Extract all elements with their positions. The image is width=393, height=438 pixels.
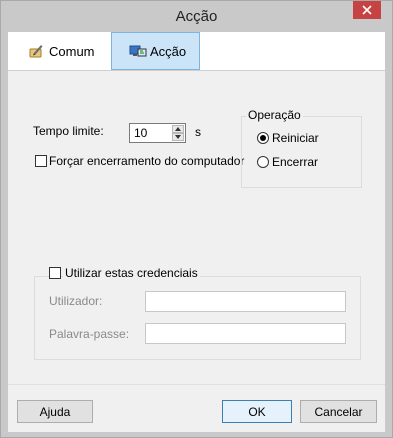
monitor-action-icon <box>129 43 147 59</box>
user-field[interactable] <box>145 291 346 312</box>
spinner-up-button[interactable] <box>172 125 184 133</box>
cancel-button[interactable]: Cancelar <box>300 400 377 423</box>
radio-encerrar-label: Encerrar <box>272 155 319 169</box>
timeout-unit: s <box>195 125 201 139</box>
action-panel: Tempo limite: 10 s Forçar encerramento d… <box>8 71 385 384</box>
password-label: Palavra-passe: <box>49 327 130 341</box>
timeout-spinner[interactable]: 10 <box>129 123 186 143</box>
operation-legend: Operação <box>246 108 303 122</box>
window-title: Acção <box>175 8 218 25</box>
arrow-down-icon <box>175 135 181 139</box>
user-label: Utilizador: <box>49 294 103 308</box>
title-bar[interactable]: Acção <box>1 1 392 32</box>
close-icon <box>362 5 372 15</box>
cancel-button-label: Cancelar <box>314 404 363 419</box>
operation-group <box>241 116 362 188</box>
password-field[interactable] <box>145 323 346 344</box>
radio-selected-dot <box>260 135 266 141</box>
dialog-client: Comum Acção Tempo limite: 10 s Forçar en… <box>8 32 385 432</box>
arrow-up-icon <box>175 127 181 131</box>
ok-button-label: OK <box>248 404 266 419</box>
use-credentials-label: Utilizar estas credenciais <box>63 266 200 280</box>
use-credentials-checkbox[interactable] <box>49 267 61 279</box>
tab-comum[interactable]: Comum <box>8 32 111 70</box>
radio-encerrar[interactable] <box>257 156 269 168</box>
spinner-arrows <box>172 125 184 141</box>
ok-button[interactable]: OK <box>222 400 292 423</box>
help-button[interactable]: Ajuda <box>17 400 93 423</box>
timeout-value[interactable]: 10 <box>134 126 147 140</box>
close-button[interactable] <box>353 1 381 19</box>
credentials-group <box>34 276 361 360</box>
radio-reiniciar[interactable] <box>257 132 269 144</box>
force-shutdown-label: Forçar encerramento do computador <box>49 154 245 168</box>
tab-accao-label: Acção <box>150 43 187 59</box>
force-shutdown-checkbox[interactable] <box>35 155 47 167</box>
pen-scroll-icon <box>28 43 44 59</box>
dialog-window: Acção Comum Acção Tempo limite: 10 s For… <box>0 0 393 438</box>
radio-reiniciar-label: Reiniciar <box>272 131 319 145</box>
dialog-footer: Ajuda OK Cancelar <box>8 384 385 432</box>
tab-bar: Comum Acção <box>8 32 385 71</box>
tab-accao[interactable]: Acção <box>111 32 200 70</box>
timeout-label: Tempo limite: <box>33 124 104 138</box>
tab-comum-label: Comum <box>49 43 95 59</box>
help-button-label: Ajuda <box>39 404 71 419</box>
spinner-down-button[interactable] <box>172 133 184 141</box>
